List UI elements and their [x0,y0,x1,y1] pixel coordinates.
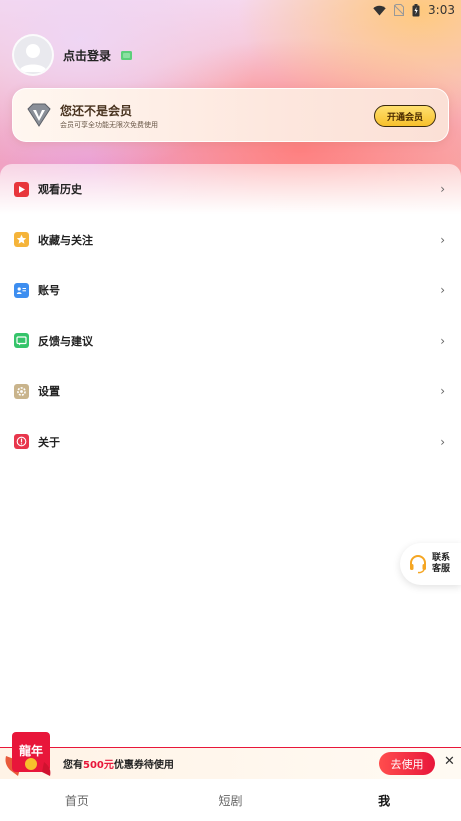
dragon-year-badge: 龍年 [4,726,54,780]
tab-home[interactable]: 首页 [0,780,154,821]
menu-item-favorites[interactable]: 收藏与关注 › [0,215,461,266]
menu-item-settings[interactable]: 设置 › [0,366,461,417]
login-link[interactable]: 点击登录 [63,47,111,64]
battery-icon [412,3,420,16]
coupon-message: 您有500元优惠券待使用 [63,760,174,771]
status-time: 3:03 [428,3,455,17]
menu-item-label: 观看历史 [38,183,82,197]
info-icon [14,434,29,450]
menu-item-label: 收藏与关注 [38,233,93,247]
status-bar: 3:03 [0,0,461,20]
wifi-icon [373,5,386,15]
menu-item-label: 设置 [38,385,60,399]
menu-list: 观看历史 › 收藏与关注 › 账号 › 反馈与建议 › 设置 › 关于 › [0,164,461,467]
customer-service-label: 联系 客服 [432,553,451,574]
chevron-right-icon: › [440,182,445,197]
play-history-icon [14,181,29,197]
no-sim-icon [394,4,405,16]
star-icon [14,232,29,248]
chevron-right-icon: › [440,283,445,298]
menu-item-watch-history[interactable]: 观看历史 › [0,164,461,215]
chevron-right-icon: › [440,434,445,449]
bottom-tab-bar: 首页 短剧 我 [0,780,461,821]
id-card-icon [14,282,29,298]
open-vip-button[interactable]: 开通会员 [374,105,436,127]
vip-title: 您还不是会员 [60,104,133,118]
use-coupon-button[interactable]: 去使用 [379,752,435,775]
customer-service-button[interactable]: 联系 客服 [400,543,461,585]
menu-item-label: 反馈与建议 [38,334,93,348]
menu-item-account[interactable]: 账号 › [0,265,461,316]
menu-item-feedback[interactable]: 反馈与建议 › [0,316,461,367]
tab-short-drama[interactable]: 短剧 [154,780,308,821]
chevron-right-icon: › [440,232,445,247]
gear-icon [14,383,29,399]
avatar[interactable] [12,34,54,76]
red-envelope-icon: 龍年 [5,732,51,776]
headset-icon [410,555,426,574]
badge-text: 龍年 [19,743,43,758]
vip-card[interactable]: 您还不是会员 会员可享全功能无限次免费使用 开通会员 [12,88,449,142]
vip-diamond-icon [27,103,51,127]
vip-subtitle: 会员可享全功能无限次免费使用 [60,121,158,129]
coupon-amount: 500元 [83,760,114,771]
chevron-right-icon: › [440,333,445,348]
menu-item-label: 账号 [38,284,60,298]
chevron-right-icon: › [440,384,445,399]
tab-me[interactable]: 我 [307,780,461,821]
close-icon[interactable]: ✕ [444,754,455,769]
menu-item-label: 关于 [38,435,60,449]
feedback-icon [14,333,29,349]
green-card-icon [121,51,132,60]
menu-item-about[interactable]: 关于 › [0,417,461,468]
